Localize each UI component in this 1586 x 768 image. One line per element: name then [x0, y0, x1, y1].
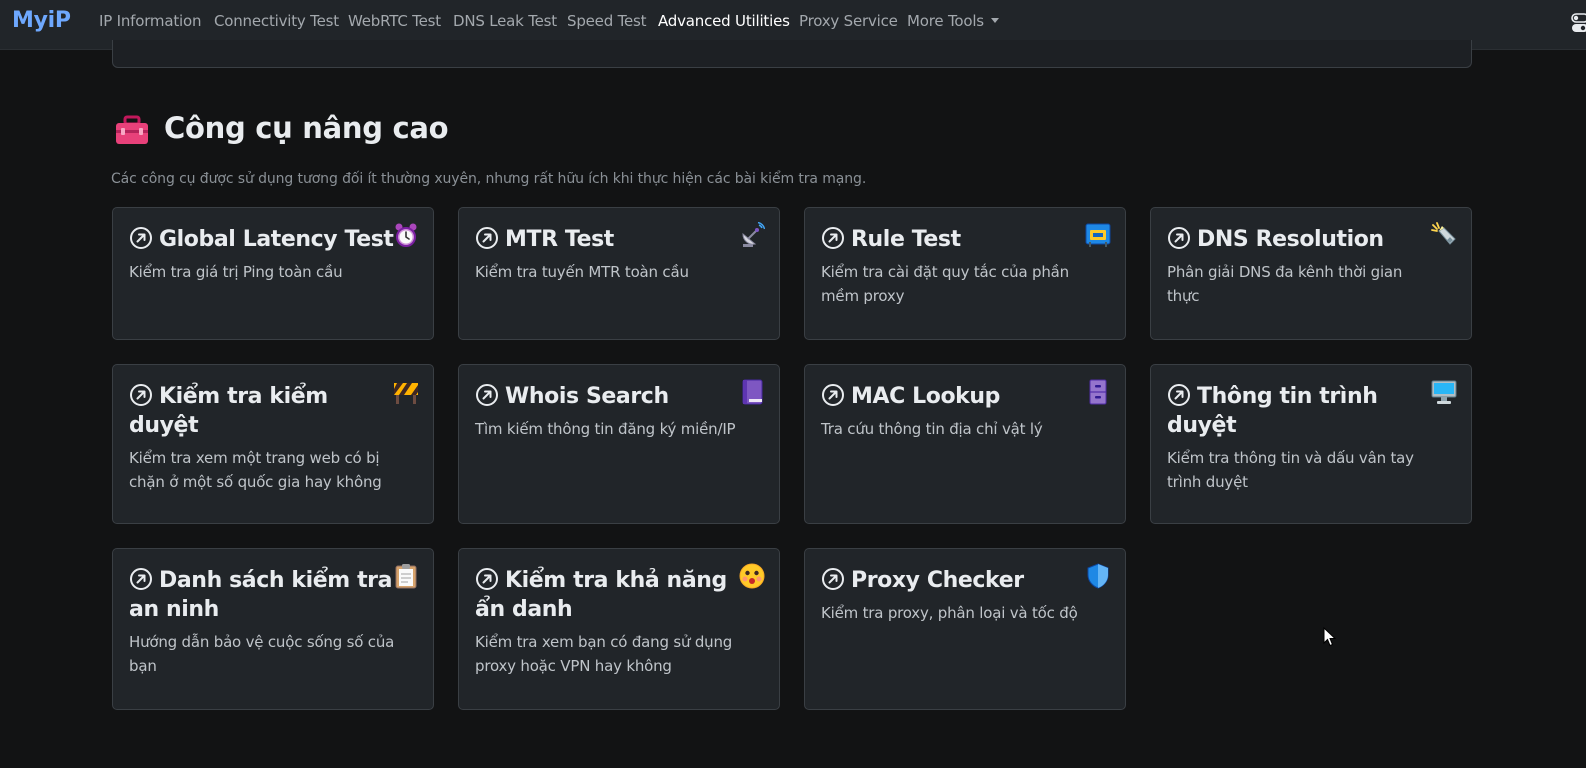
brand-logo[interactable]: MyiP	[12, 8, 71, 33]
notebook-icon	[742, 379, 763, 405]
arrow-up-right-circle-icon	[476, 384, 498, 406]
card-description: Hướng dẫn bảo vệ cuộc sống số của bạn	[129, 633, 395, 675]
card-description: Kiểm tra cài đặt quy tắc của phần mềm pr…	[821, 263, 1069, 305]
file-cabinet-icon	[1089, 379, 1107, 405]
surprised-face-icon	[739, 563, 765, 589]
card-description: Kiểm tra xem một trang web có bị chặn ở …	[129, 449, 382, 491]
desktop-computer-icon	[1431, 380, 1457, 404]
card-browser-info[interactable]: Thông tin trình duyệt Kiểm tra thông tin…	[1150, 364, 1472, 524]
card-mac-lookup[interactable]: MAC Lookup Tra cứu thông tin địa chỉ vật…	[804, 364, 1126, 524]
chevron-down-icon	[990, 18, 999, 23]
card-mtr-test[interactable]: MTR Test Kiểm tra tuyến MTR toàn cầu	[458, 207, 780, 340]
mouse-cursor-icon	[1323, 627, 1337, 647]
card-description: Phân giải DNS đa kênh thời gian thực	[1167, 263, 1403, 305]
shield-icon	[1087, 563, 1109, 589]
card-security-checklist[interactable]: Danh sách kiểm tra an ninh Hướng dẫn bảo…	[112, 548, 434, 710]
nav-speed-test[interactable]: Speed Test	[567, 12, 647, 30]
card-description: Kiểm tra proxy, phân loại và tốc độ	[821, 604, 1078, 622]
card-title: MTR Test	[505, 227, 614, 252]
arrow-up-right-circle-icon	[822, 384, 844, 406]
previous-section-panel	[112, 40, 1472, 68]
arrow-up-right-circle-icon	[1168, 384, 1190, 406]
card-description: Kiểm tra tuyến MTR toàn cầu	[475, 263, 689, 281]
toolbox-icon	[116, 115, 148, 144]
nav-dns-leak-test[interactable]: DNS Leak Test	[453, 12, 557, 30]
nav-ip-information[interactable]: IP Information	[99, 12, 201, 30]
card-title: Kiểm tra khả năng ẩn danh	[475, 568, 727, 622]
nav-advanced-utilities[interactable]: Advanced Utilities	[658, 12, 790, 30]
card-censorship-check[interactable]: Kiểm tra kiểm duyệt Kiểm tra xem một tra…	[112, 364, 434, 524]
arrow-up-right-circle-icon	[130, 227, 152, 249]
theme-toggle-icon[interactable]	[1570, 12, 1586, 34]
construction-barrier-icon	[394, 383, 418, 404]
arrow-up-right-circle-icon	[822, 227, 844, 249]
card-title: Global Latency Test	[159, 227, 394, 252]
satellite-dish-icon	[742, 222, 765, 247]
card-anonymity-check[interactable]: Kiểm tra khả năng ẩn danh Kiểm tra xem b…	[458, 548, 780, 710]
flashlight-icon	[1431, 222, 1456, 245]
card-description: Kiểm tra giá trị Ping toàn cầu	[129, 263, 343, 281]
arrow-up-right-circle-icon	[130, 384, 152, 406]
arrow-up-right-circle-icon	[476, 568, 498, 590]
section-description: Các công cụ được sử dụng tương đối ít th…	[111, 171, 867, 187]
card-title: Proxy Checker	[851, 568, 1024, 593]
card-description: Tìm kiếm thông tin đăng ký miền/IP	[475, 420, 736, 438]
nav-webrtc-test[interactable]: WebRTC Test	[348, 12, 441, 30]
card-description: Kiểm tra thông tin và dấu vân tay trình …	[1167, 449, 1414, 491]
card-dns-resolution[interactable]: DNS Resolution Phân giải DNS đa kênh thờ…	[1150, 207, 1472, 340]
section-title: Công cụ nâng cao	[164, 111, 449, 145]
card-rule-test[interactable]: Rule Test Kiểm tra cài đặt quy tắc của p…	[804, 207, 1126, 340]
card-description: Tra cứu thông tin địa chỉ vật lý	[821, 420, 1043, 438]
arrow-up-right-circle-icon	[1168, 227, 1190, 249]
nav-more-tools-dropdown[interactable]: More Tools	[907, 12, 999, 30]
card-title: DNS Resolution	[1197, 227, 1384, 252]
card-description: Kiểm tra xem bạn có đang sử dụng proxy h…	[475, 633, 733, 675]
alarm-clock-icon	[395, 223, 417, 247]
card-title: Whois Search	[505, 384, 669, 409]
control-knobs-icon	[1085, 223, 1111, 247]
card-title: Thông tin trình duyệt	[1167, 384, 1378, 438]
arrow-up-right-circle-icon	[822, 568, 844, 590]
arrow-up-right-circle-icon	[476, 227, 498, 249]
card-whois-search[interactable]: Whois Search Tìm kiếm thông tin đăng ký …	[458, 364, 780, 524]
card-title: Kiểm tra kiểm duyệt	[129, 384, 328, 438]
nav-more-tools-label: More Tools	[907, 12, 984, 30]
clipboard-icon	[395, 564, 417, 589]
card-title: MAC Lookup	[851, 384, 1001, 409]
arrow-up-right-circle-icon	[130, 568, 152, 590]
card-title: Danh sách kiểm tra an ninh	[129, 568, 393, 622]
nav-proxy-service[interactable]: Proxy Service	[799, 12, 898, 30]
nav-connectivity-test[interactable]: Connectivity Test	[214, 12, 339, 30]
card-global-latency-test[interactable]: Global Latency Test Kiểm tra giá trị Pin…	[112, 207, 434, 340]
card-proxy-checker[interactable]: Proxy Checker Kiểm tra proxy, phân loại …	[804, 548, 1126, 710]
card-title: Rule Test	[851, 227, 961, 252]
